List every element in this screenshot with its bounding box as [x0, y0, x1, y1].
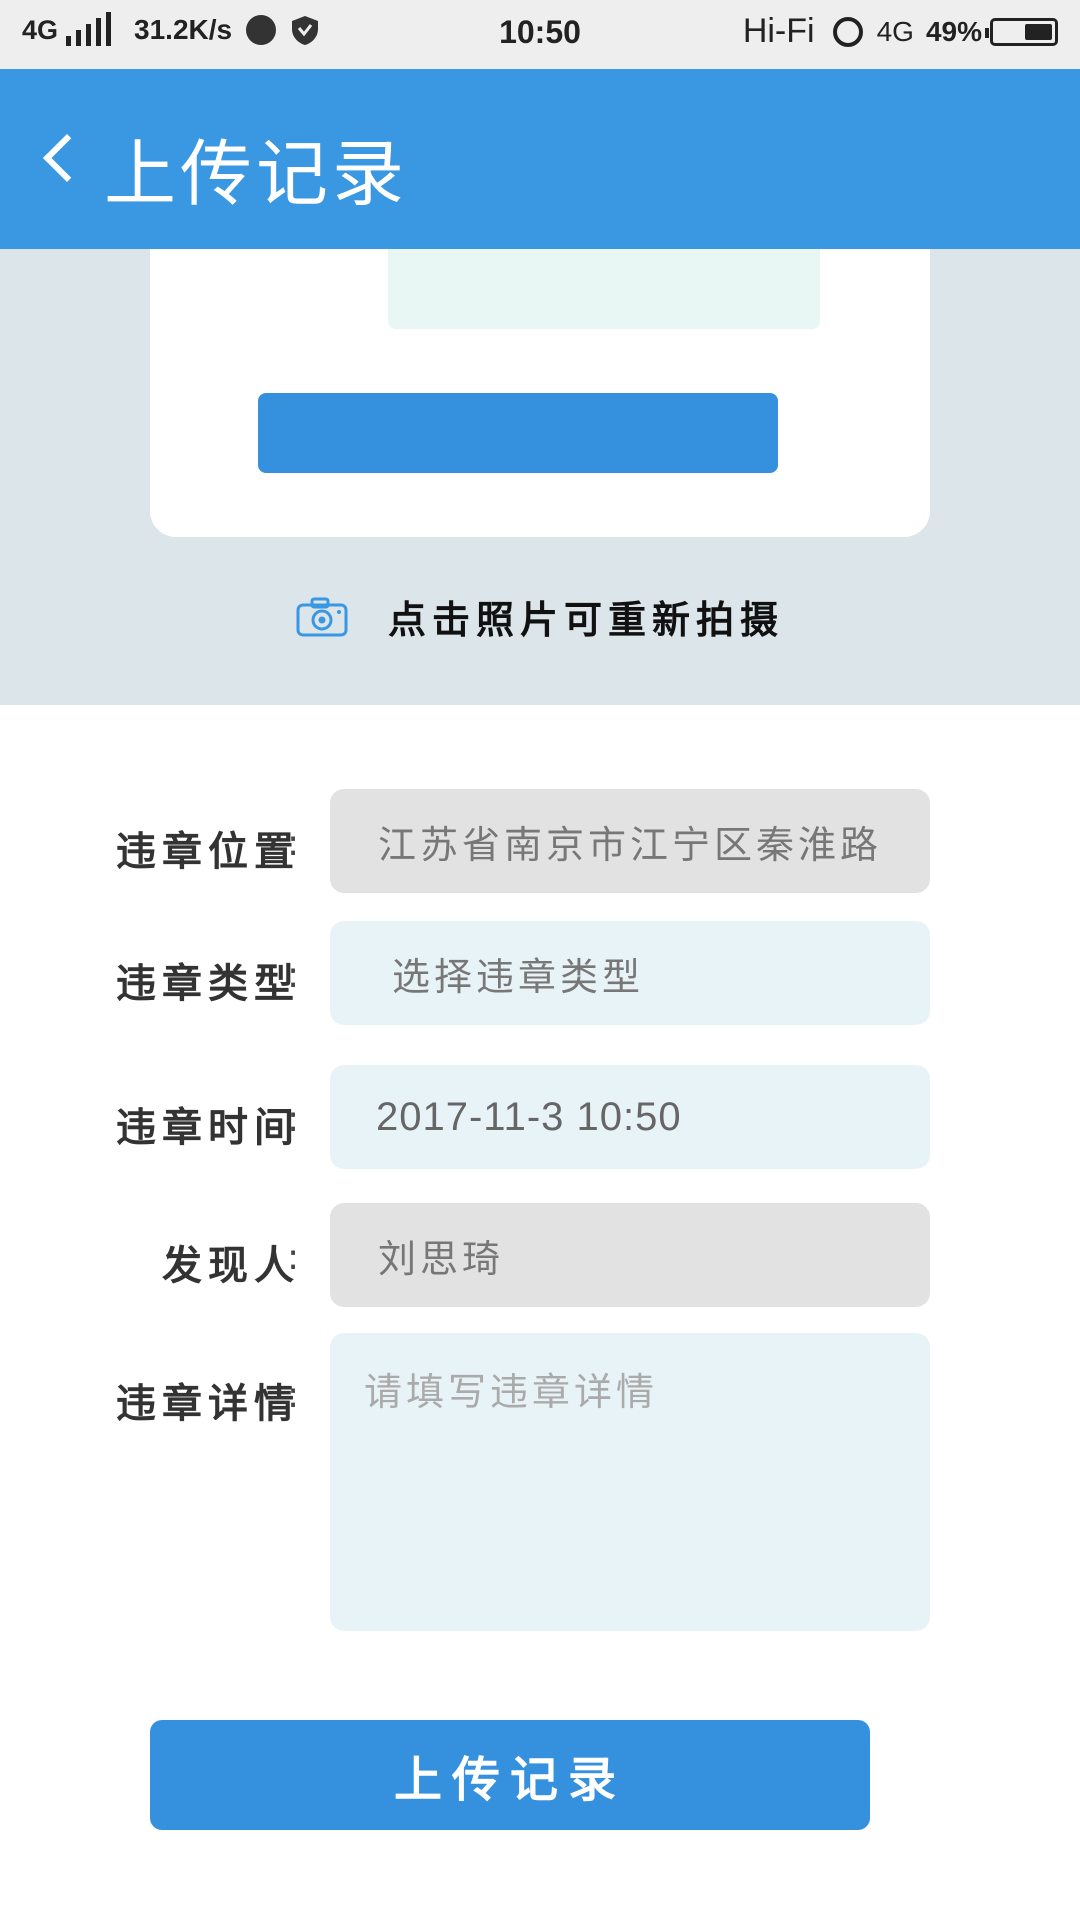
app-header: 上传记录 — [0, 69, 1080, 249]
form-row-finder: 发现人 : 刘思琦 — [0, 1203, 1080, 1307]
form-row-location: 违章位置 : 江苏省南京市江宁区秦淮路 — [0, 789, 1080, 893]
form-row-type: 违章类型 : 选择违章类型 — [0, 921, 1080, 1025]
location-field: 江苏省南京市江宁区秦淮路 — [330, 789, 930, 893]
camera-icon — [296, 597, 348, 636]
details-textarea[interactable]: 请填写违章详情 — [330, 1333, 930, 1631]
battery-percent: 49% — [925, 15, 982, 47]
network-type-right: 4G — [876, 15, 914, 47]
hifi-label: Hi-Fi — [742, 12, 815, 50]
finder-label: 发现人 — [162, 1242, 300, 1289]
photo-preview[interactable] — [388, 249, 820, 329]
time-field[interactable]: 2017-11-3 10:50 — [330, 1065, 930, 1169]
form-row-time: 违章时间 : 2017-11-3 10:50 — [0, 1065, 1080, 1169]
alarm-icon — [832, 16, 863, 47]
location-colon: : — [287, 823, 300, 864]
type-label: 违章类型 — [116, 960, 300, 1007]
page-title: 上传记录 — [104, 132, 409, 216]
photo-card[interactable] — [150, 249, 930, 537]
upload-record-button[interactable]: 上传记录 — [150, 1720, 870, 1830]
type-colon: : — [287, 955, 300, 996]
status-right: Hi-Fi 4G 49% — [743, 12, 1058, 51]
type-select[interactable]: 选择违章类型 — [330, 921, 930, 1025]
finder-colon: : — [287, 1237, 300, 1278]
photo-area: 点击照片可重新拍摄 — [0, 249, 1080, 705]
details-colon: : — [287, 1375, 300, 1416]
time-label: 违章时间 — [116, 1104, 300, 1151]
location-label: 违章位置 — [116, 828, 300, 875]
retake-hint: 点击照片可重新拍摄 — [387, 597, 784, 642]
status-bar: 4G 31.2K/s 10:50 Hi-Fi 4G 49% — [0, 0, 1080, 69]
retake-hint-row[interactable]: 点击照片可重新拍摄 — [0, 589, 1080, 644]
battery-icon — [985, 17, 1058, 46]
back-icon[interactable] — [42, 133, 92, 183]
finder-field: 刘思琦 — [330, 1203, 930, 1307]
details-label: 违章详情 — [116, 1380, 300, 1427]
time-colon: : — [287, 1099, 300, 1140]
photo-bar — [258, 393, 778, 473]
